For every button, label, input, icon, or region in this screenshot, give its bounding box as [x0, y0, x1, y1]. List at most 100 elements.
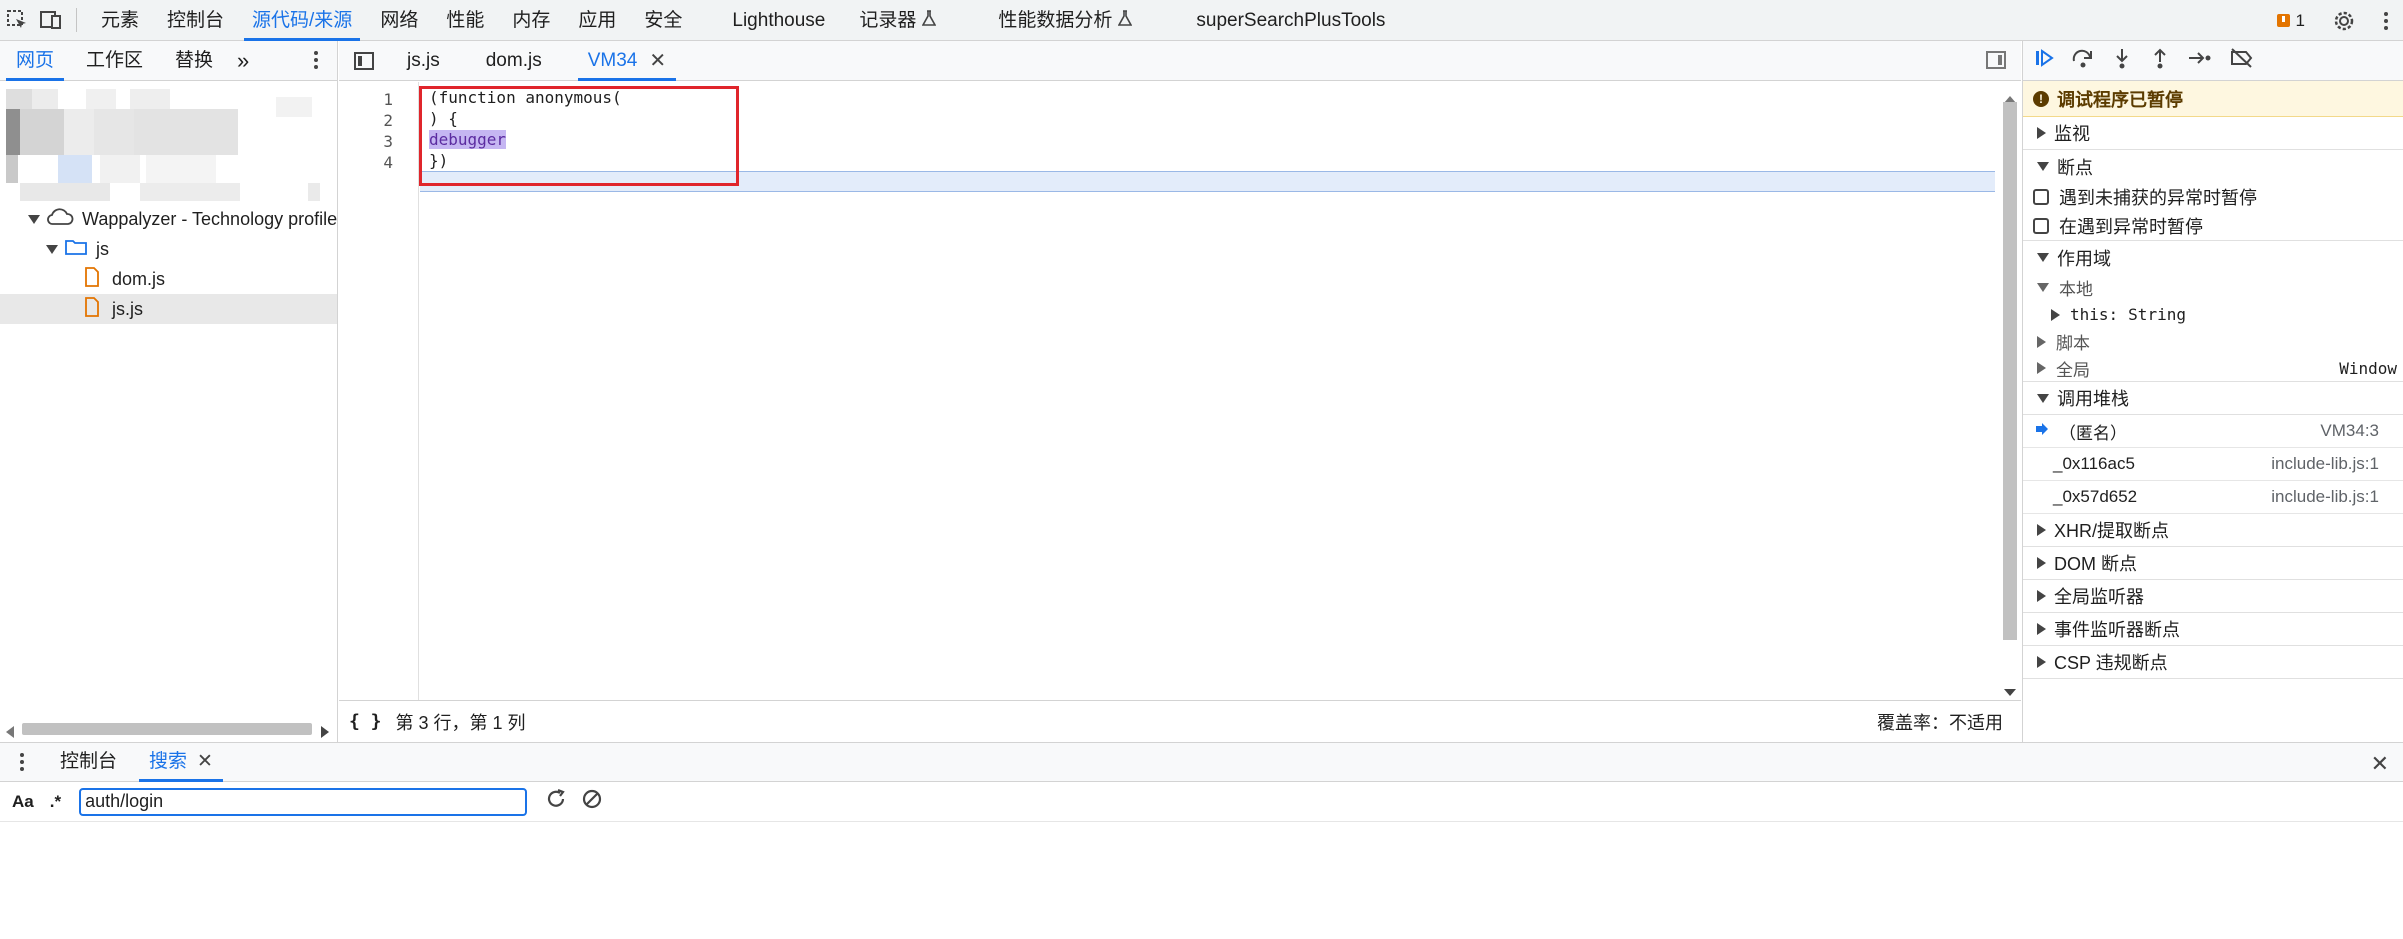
debugger-controls: [2023, 41, 2403, 81]
tab-security[interactable]: 安全: [630, 0, 696, 41]
tab-recorder[interactable]: 记录器: [845, 0, 950, 41]
tab-sources[interactable]: 源代码/来源: [238, 0, 366, 41]
section-call-stack[interactable]: 调用堆栈: [2023, 382, 2403, 415]
section-watch[interactable]: 监视: [2023, 117, 2403, 150]
toggle-navigator-icon[interactable]: [339, 41, 389, 81]
folder-name: js: [96, 238, 109, 259]
more-tabs-chevron-icon[interactable]: »: [229, 41, 257, 81]
editor-tab-js-js[interactable]: js.js: [389, 41, 458, 81]
line-number[interactable]: 3: [383, 132, 393, 151]
match-case-toggle[interactable]: Aa: [12, 792, 34, 812]
inspect-element-icon[interactable]: [0, 0, 34, 41]
pause-caught-option[interactable]: 在遇到异常时暂停: [2023, 211, 2403, 241]
navigator-tabs: 网页 工作区 替换 »: [0, 41, 337, 81]
tab-overrides[interactable]: 替换: [159, 41, 229, 81]
editor-tab-vm34[interactable]: VM34 ✕: [570, 41, 684, 81]
drawer-tabs: 控制台 搜索 ✕ ✕: [0, 742, 2403, 782]
section-dom-breakpoints[interactable]: DOM 断点: [2023, 547, 2403, 580]
drawer-tab-console[interactable]: 控制台: [44, 742, 133, 782]
scope-local[interactable]: 本地: [2023, 274, 2403, 301]
close-tab-icon[interactable]: ✕: [649, 41, 666, 81]
line-number[interactable]: 1: [383, 90, 393, 109]
search-input[interactable]: [79, 787, 528, 816]
section-breakpoints[interactable]: 断点: [2023, 150, 2403, 183]
checkbox[interactable]: [2033, 217, 2049, 234]
drawer-tab-label: 控制台: [60, 751, 118, 772]
file-name: dom.js: [112, 268, 166, 289]
checkbox[interactable]: [2033, 189, 2049, 205]
editor-tab-label: VM34: [587, 49, 638, 71]
scroll-left-arrow-icon[interactable]: [6, 722, 14, 743]
editor-tab-dom-js[interactable]: dom.js: [468, 41, 560, 81]
step-over-icon[interactable]: [2071, 47, 2095, 74]
step-icon[interactable]: [2187, 47, 2213, 74]
refresh-icon[interactable]: [545, 788, 567, 815]
tab-memory[interactable]: 内存: [498, 0, 564, 41]
tree-item-file-dom-js[interactable]: dom.js: [0, 264, 337, 294]
close-drawer-icon[interactable]: ✕: [2371, 751, 2389, 777]
scroll-down-arrow-icon[interactable]: [2004, 681, 2016, 700]
frame-name: （匿名）: [2059, 423, 2127, 443]
editor-vertical-scrollbar[interactable]: [1999, 88, 2021, 700]
call-frame-current[interactable]: （匿名） VM34:3: [2023, 415, 2403, 448]
scrollbar-thumb[interactable]: [22, 723, 312, 735]
settings-gear-icon[interactable]: [2327, 0, 2361, 41]
tree-item-file-js-js[interactable]: js.js: [0, 294, 337, 324]
toggle-debugger-icon[interactable]: [1985, 50, 2007, 75]
line-number[interactable]: 4: [383, 153, 393, 172]
flask-icon: [1118, 0, 1133, 41]
pretty-print-icon[interactable]: { }: [349, 711, 382, 732]
tab-supersearchplustools[interactable]: superSearchPlusTools: [1182, 0, 1399, 41]
frame-location[interactable]: VM34:3: [2320, 421, 2379, 441]
tab-workspace[interactable]: 工作区: [70, 41, 159, 81]
tree-item-folder-js[interactable]: js: [0, 234, 337, 264]
tab-application[interactable]: 应用: [564, 0, 630, 41]
navigator-horizontal-scrollbar[interactable]: [0, 714, 337, 742]
step-out-icon[interactable]: [2149, 47, 2171, 74]
section-scope[interactable]: 作用域: [2023, 241, 2403, 274]
tree-item-extension[interactable]: Wappalyzer - Technology profiler: [0, 204, 337, 234]
resume-icon[interactable]: [2033, 47, 2055, 74]
expand-arrow-icon: [46, 244, 58, 254]
pause-uncaught-option[interactable]: 遇到未捕获的异常时暂停: [2023, 183, 2403, 211]
tab-lighthouse[interactable]: Lighthouse: [718, 0, 839, 41]
tab-performance-insights[interactable]: 性能数据分析: [984, 0, 1146, 41]
drawer-menu-icon[interactable]: [0, 742, 44, 782]
more-options-icon[interactable]: [2369, 0, 2403, 41]
scroll-right-arrow-icon[interactable]: [321, 722, 329, 743]
expand-arrow-icon: [2037, 283, 2049, 292]
tab-elements[interactable]: 元素: [87, 0, 153, 41]
collapse-arrow-icon: [2037, 590, 2046, 602]
tab-performance[interactable]: 性能: [432, 0, 498, 41]
line-gutter[interactable]: 1 2 3 4: [339, 82, 419, 700]
section-event-listener-breakpoints[interactable]: 事件监听器断点: [2023, 613, 2403, 646]
regex-toggle[interactable]: .*: [50, 792, 61, 812]
collapse-arrow-icon: [2037, 524, 2046, 536]
scope-script[interactable]: 脚本: [2023, 328, 2403, 355]
info-icon: !: [2033, 90, 2049, 107]
paused-text: 调试程序已暂停: [2057, 89, 2183, 110]
line-number[interactable]: 2: [383, 111, 393, 130]
frame-location[interactable]: include-lib.js:1: [2271, 487, 2379, 507]
scope-this-entry[interactable]: this: String: [2023, 301, 2403, 328]
section-csp-breakpoints[interactable]: CSP 违规断点: [2023, 646, 2403, 679]
section-xhr-breakpoints[interactable]: XHR/提取断点: [2023, 514, 2403, 547]
device-toolbar-icon[interactable]: [34, 0, 68, 41]
deactivate-breakpoints-icon[interactable]: [2229, 47, 2255, 74]
issues-badge[interactable]: 1: [2276, 11, 2305, 31]
scrollbar-thumb[interactable]: [2003, 102, 2017, 640]
frame-location[interactable]: include-lib.js:1: [2271, 454, 2379, 474]
step-into-icon[interactable]: [2111, 47, 2133, 74]
clear-icon[interactable]: [581, 788, 603, 815]
section-global-listeners[interactable]: 全局监听器: [2023, 580, 2403, 613]
close-tab-icon[interactable]: ✕: [197, 742, 213, 782]
navigator-menu-icon[interactable]: [313, 49, 319, 76]
call-frame[interactable]: _0x116ac5 include-lib.js:1: [2023, 448, 2403, 481]
tab-network[interactable]: 网络: [366, 0, 432, 41]
tab-page[interactable]: 网页: [0, 41, 70, 81]
option-label: 在遇到异常时暂停: [2059, 216, 2203, 237]
tab-console[interactable]: 控制台: [153, 0, 238, 41]
drawer-tab-search[interactable]: 搜索 ✕: [133, 742, 229, 782]
call-frame[interactable]: _0x57d652 include-lib.js:1: [2023, 481, 2403, 514]
scope-global[interactable]: 全局 Window: [2023, 355, 2403, 382]
